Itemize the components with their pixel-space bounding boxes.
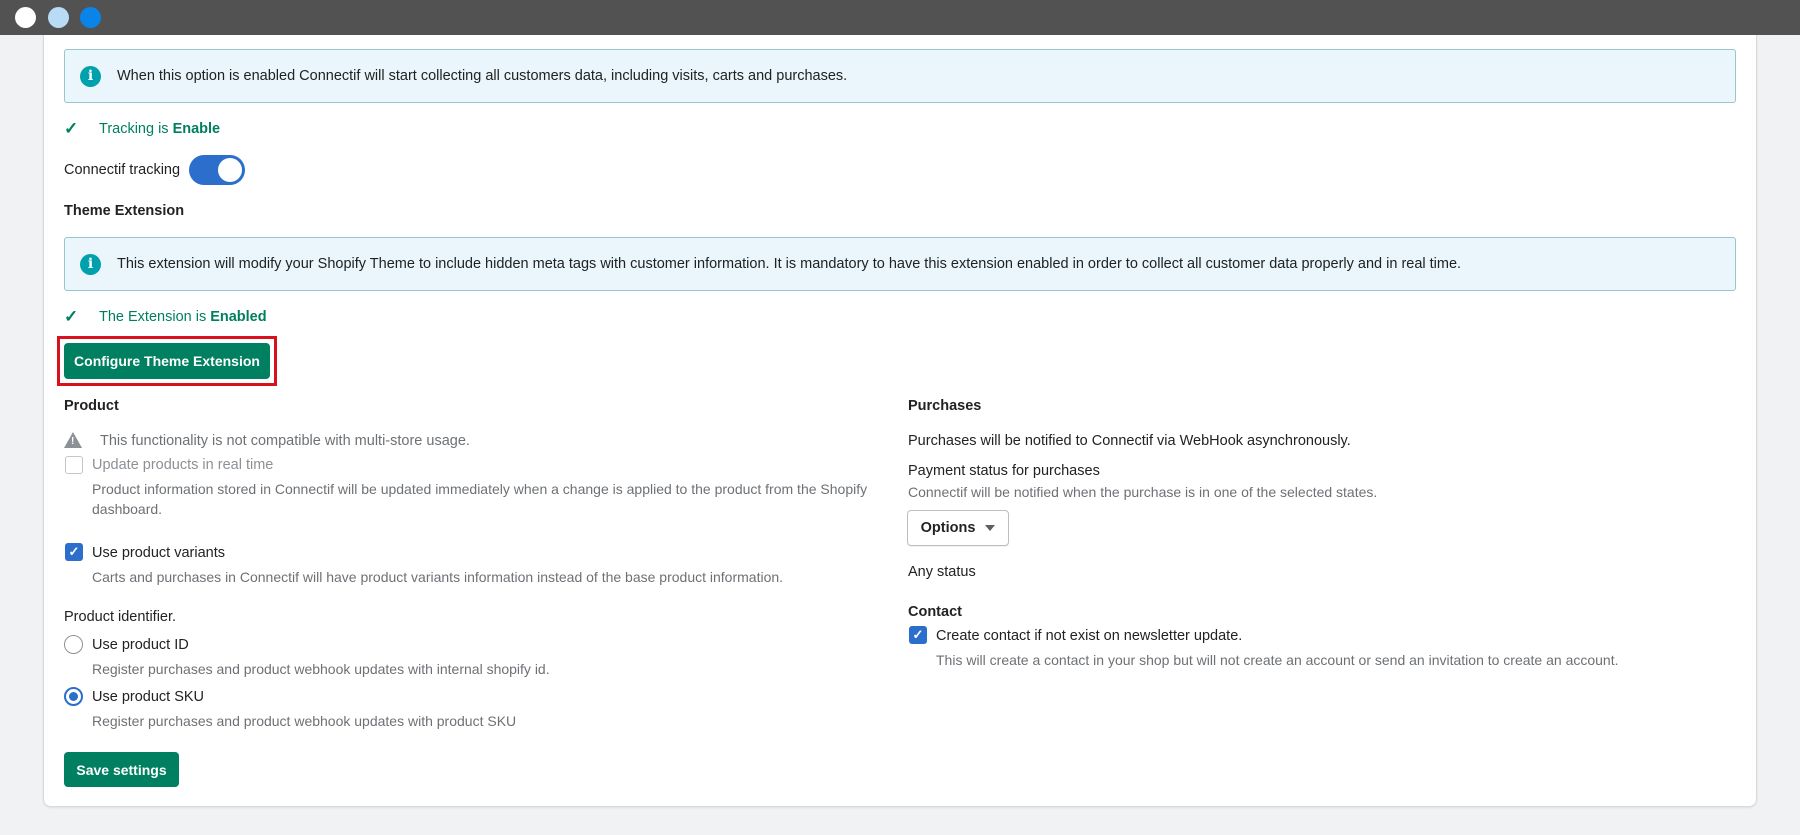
tracking-info-text: When this option is enabled Connectif wi… <box>117 68 848 84</box>
tracking-toggle-label: Connectif tracking <box>64 162 181 178</box>
contact-heading: Contact <box>908 604 962 620</box>
check-icon: ✓ <box>68 544 80 559</box>
create-contact-label: Create contact if not exist on newslette… <box>936 628 1243 644</box>
settings-card <box>43 35 1757 807</box>
check-icon: ✓ <box>912 627 924 642</box>
options-dropdown-button[interactable]: Options <box>907 510 1009 546</box>
variants-label: Use product variants <box>92 545 225 561</box>
variants-help: Carts and purchases in Connectif will ha… <box>92 569 784 585</box>
extension-status-value: Enabled <box>210 309 267 325</box>
tracking-status: ✓ Tracking is Enable <box>64 119 220 139</box>
realtime-help-2: dashboard. <box>92 501 163 517</box>
info-icon: i <box>80 65 101 87</box>
configure-theme-extension-button[interactable]: Configure Theme Extension <box>64 343 270 379</box>
variants-checkbox[interactable]: ✓ <box>65 543 83 561</box>
product-sku-help: Register purchases and product webhook u… <box>92 713 517 729</box>
check-icon: ✓ <box>64 119 79 138</box>
caret-down-icon <box>985 525 996 531</box>
info-icon: i <box>80 253 101 275</box>
tracking-info-banner: i When this option is enabled Connectif … <box>64 49 1736 103</box>
tracking-toggle[interactable] <box>189 155 246 185</box>
realtime-checkbox[interactable] <box>65 456 83 474</box>
realtime-help-1: Product information stored in Connectif … <box>92 481 868 497</box>
theme-info-text: This extension will modify your Shopify … <box>117 256 1462 272</box>
product-sku-radio[interactable] <box>64 687 83 706</box>
tracking-status-prefix: Tracking is <box>99 121 169 137</box>
window-minimize-dot[interactable] <box>48 7 69 28</box>
window-maximize-dot[interactable] <box>80 7 101 28</box>
product-heading: Product <box>64 398 119 414</box>
options-button-label: Options <box>920 520 976 536</box>
theme-info-banner: i This extension will modify your Shopif… <box>64 237 1736 291</box>
product-id-label: Use product ID <box>92 637 189 653</box>
save-settings-button[interactable]: Save settings <box>64 752 179 787</box>
window-close-dot[interactable] <box>15 7 36 28</box>
warning-icon-mark: ! <box>71 436 75 447</box>
create-contact-help: This will create a contact in your shop … <box>936 652 1619 668</box>
product-id-help: Register purchases and product webhook u… <box>92 661 550 677</box>
window-titlebar <box>0 0 1800 35</box>
tracking-toggle-row: Connectif tracking <box>64 155 246 185</box>
realtime-label: Update products in real time <box>92 457 274 473</box>
selected-status-text: Any status <box>908 564 976 580</box>
multistore-warning: This functionality is not compatible wit… <box>100 433 470 449</box>
product-sku-label: Use product SKU <box>92 689 205 705</box>
toggle-knob <box>218 158 243 182</box>
payment-status-label: Payment status for purchases <box>908 463 1100 479</box>
payment-status-help: Connectif will be notified when the purc… <box>908 484 1378 500</box>
product-id-radio[interactable] <box>64 635 83 654</box>
extension-status: ✓ The Extension is Enabled <box>64 307 267 327</box>
identifier-label: Product identifier. <box>64 609 177 625</box>
purchases-description: Purchases will be notified to Connectif … <box>908 433 1351 449</box>
check-icon: ✓ <box>64 307 79 326</box>
tracking-status-value: Enable <box>172 121 221 137</box>
create-contact-checkbox[interactable]: ✓ <box>909 626 927 644</box>
extension-status-prefix: The Extension is <box>99 309 207 325</box>
theme-extension-heading: Theme Extension <box>64 203 185 219</box>
purchases-heading: Purchases <box>908 398 982 414</box>
